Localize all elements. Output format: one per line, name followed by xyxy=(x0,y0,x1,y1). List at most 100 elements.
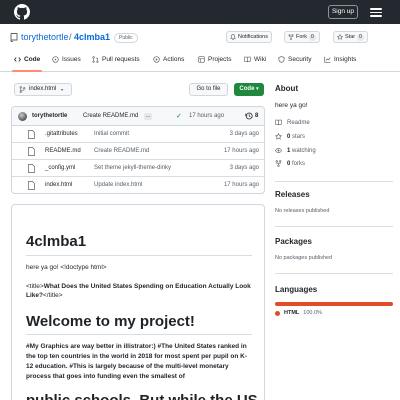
star-icon xyxy=(275,133,282,140)
play-icon xyxy=(153,56,160,63)
fork-button[interactable]: Fork 0 xyxy=(284,31,320,43)
divider xyxy=(275,226,393,227)
file-row: README.md Create README.md 17 hours ago xyxy=(12,143,264,160)
language-item-html[interactable]: HTML 100.0% xyxy=(275,310,322,316)
chevron-down-icon: ▾ xyxy=(256,86,259,92)
branch-icon xyxy=(19,86,26,93)
commit-message-link[interactable]: Create README.md xyxy=(83,113,138,119)
stars-link[interactable]: 0 stars xyxy=(275,133,305,140)
commit-time: 17 hours ago xyxy=(189,113,225,119)
watching-label: watching xyxy=(292,147,316,154)
file-time: 3 days ago xyxy=(229,131,259,137)
file-row: index.html Update index.html 17 hours ag… xyxy=(12,177,264,193)
tab-label: Security xyxy=(288,56,312,63)
tab-label: Insights xyxy=(334,56,357,63)
tab-label: Pull requests xyxy=(102,56,140,63)
shield-icon xyxy=(278,56,285,63)
file-name-link[interactable]: _config.yml xyxy=(45,165,75,171)
branch-select-button[interactable]: index.html xyxy=(14,83,72,96)
star-icon xyxy=(337,34,343,40)
table-icon xyxy=(198,56,205,63)
repo-description: here ya go! xyxy=(275,102,308,109)
title-tag-open: <title> xyxy=(26,283,44,290)
file-commit-link[interactable]: Update index.html xyxy=(94,182,142,188)
tab-code[interactable]: Code xyxy=(14,56,40,63)
branch-label: index.html xyxy=(29,86,57,92)
readme-heading-partial: public schools. But while the US xyxy=(26,392,258,400)
language-name: HTML xyxy=(284,310,300,316)
file-icon xyxy=(28,147,35,156)
watching-link[interactable]: 1 watching xyxy=(275,147,316,154)
language-bar xyxy=(275,302,393,306)
file-time: 3 days ago xyxy=(229,165,259,171)
tab-projects[interactable]: Projects xyxy=(198,56,231,63)
repo-name-link[interactable]: 4clmba1 xyxy=(74,32,110,42)
forks-label: forks xyxy=(292,160,306,167)
title-tag-close: </title> xyxy=(42,292,63,299)
file-icon xyxy=(28,181,35,190)
tab-insights[interactable]: Insights xyxy=(324,56,356,63)
code-icon xyxy=(14,57,21,62)
language-percent: 100.0% xyxy=(303,310,322,316)
tab-label: Issues xyxy=(62,56,81,63)
github-logo-icon[interactable] xyxy=(14,4,30,20)
tab-label: Code xyxy=(24,56,41,63)
repo-icon xyxy=(10,33,18,42)
readme-intro: here ya go! <!doctype html> xyxy=(26,264,107,271)
top-header: Sign up xyxy=(0,0,400,24)
releases-heading[interactable]: Releases xyxy=(275,190,310,199)
book-icon xyxy=(275,119,282,126)
tab-issues[interactable]: Issues xyxy=(52,56,81,63)
divider xyxy=(26,255,252,256)
active-tab-indicator xyxy=(12,70,42,72)
go-to-file-button[interactable]: Go to file xyxy=(189,83,228,96)
readme-heading-welcome: Welcome to my project! xyxy=(26,313,195,330)
bell-icon xyxy=(230,34,236,40)
file-icon xyxy=(28,164,35,173)
notifications-button[interactable]: Notifications xyxy=(226,31,272,43)
divider xyxy=(275,273,393,274)
repo-separator: / xyxy=(69,32,72,42)
hamburger-icon[interactable] xyxy=(370,6,382,18)
notifications-label: Notifications xyxy=(238,34,268,40)
readme-title: 4clmba1 xyxy=(26,233,87,250)
file-name-link[interactable]: index.html xyxy=(45,182,72,188)
commit-expand-button[interactable]: ... xyxy=(144,113,153,120)
file-time: 17 hours ago xyxy=(223,182,259,188)
fork-icon xyxy=(275,160,282,167)
tab-wiki[interactable]: Wiki xyxy=(244,56,266,63)
readme-link[interactable]: Readme xyxy=(275,119,310,126)
watching-count: 1 xyxy=(287,147,291,154)
divider xyxy=(26,334,252,335)
star-button[interactable]: Star 0 xyxy=(333,31,368,43)
signup-button[interactable]: Sign up xyxy=(328,5,358,19)
commit-author-link[interactable]: torythetortle xyxy=(32,113,67,119)
tab-pull-requests[interactable]: Pull requests xyxy=(92,56,140,63)
file-name-link[interactable]: .gitattributes xyxy=(45,131,78,137)
file-time: 17 hours ago xyxy=(223,148,259,154)
tab-security[interactable]: Security xyxy=(278,56,311,63)
fork-icon xyxy=(288,34,294,40)
commit-count[interactable]: 8 xyxy=(255,113,258,119)
tab-actions[interactable]: Actions xyxy=(153,56,184,63)
file-name-link[interactable]: README.md xyxy=(45,148,81,154)
code-dropdown-button[interactable]: Code ▾ xyxy=(234,83,264,96)
pull-request-icon xyxy=(92,56,99,63)
avatar[interactable] xyxy=(18,112,27,121)
forks-count: 0 xyxy=(287,160,291,167)
tab-label: Actions xyxy=(163,56,185,63)
file-commit-link[interactable]: Create README.md xyxy=(94,148,149,154)
file-icon xyxy=(28,130,35,139)
packages-empty-text: No packages published xyxy=(275,255,333,261)
packages-heading[interactable]: Packages xyxy=(275,237,312,246)
issue-icon xyxy=(52,56,59,63)
stars-count: 0 xyxy=(287,133,291,140)
book-icon xyxy=(244,56,251,63)
history-icon[interactable] xyxy=(245,112,253,120)
repo-owner-link[interactable]: torythetortle xyxy=(21,32,69,42)
file-commit-link[interactable]: Initial commit xyxy=(94,131,129,137)
forks-link[interactable]: 0 forks xyxy=(275,160,305,167)
tab-label: Wiki xyxy=(254,56,267,63)
divider xyxy=(275,181,393,182)
file-commit-link[interactable]: Set theme jekyll-theme-dinky xyxy=(94,165,171,171)
